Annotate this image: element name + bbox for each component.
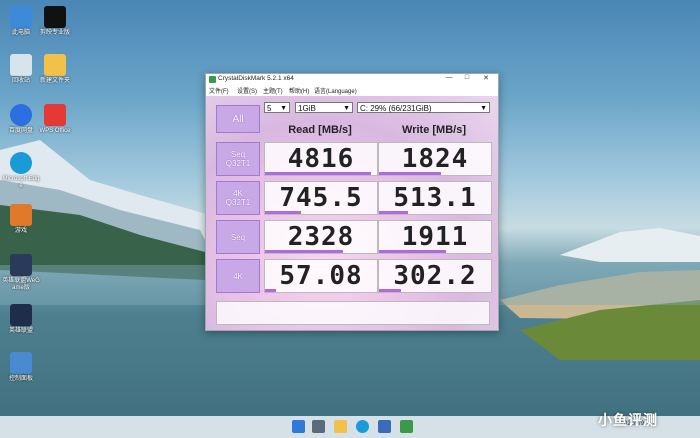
lol-icon: [10, 254, 32, 276]
taskbar: 2023/7/9: [0, 416, 700, 438]
minimize-button[interactable]: —: [442, 74, 456, 81]
desktop-icon-new-folder[interactable]: 新建文件夹: [36, 54, 74, 85]
4k-button[interactable]: 4K: [216, 259, 260, 293]
size-select[interactable]: 1GiB ▼: [295, 102, 353, 113]
chevron-down-icon: ▼: [480, 105, 487, 112]
desktop-icon-lol-wegame[interactable]: 英雄联盟WeGame版: [2, 254, 40, 292]
read-header: Read [MB/s]: [288, 124, 352, 136]
folder-icon[interactable]: [334, 420, 347, 433]
crystaldiskmark-icon[interactable]: [400, 420, 413, 433]
edge-icon: [10, 152, 32, 174]
menu-file[interactable]: 文件(F): [209, 86, 229, 95]
4k-write-value: 302.2: [378, 259, 492, 293]
4k-read-value: 57.08: [264, 259, 378, 293]
desktop-icon-wps[interactable]: WPS Office: [36, 104, 74, 135]
drive-select[interactable]: C: 29% (66/231GiB) ▼: [357, 102, 490, 113]
search-icon[interactable]: [312, 420, 325, 433]
start-icon[interactable]: [292, 420, 305, 433]
seq-q32t1-write-value: 1824: [378, 142, 492, 176]
menu-bar: 文件(F) 设置(S) 主题(T) 帮助(H) 语言(Language): [206, 85, 498, 95]
menu-language[interactable]: 语言(Language): [314, 86, 357, 95]
read-progress-bar: [265, 172, 372, 175]
computer-icon: [10, 6, 32, 28]
seq-button[interactable]: Seq: [216, 220, 260, 254]
menu-help[interactable]: 帮助(H): [289, 86, 309, 95]
desktop-icon-control-panel[interactable]: 控制面板: [2, 352, 40, 383]
control-panel-icon: [10, 352, 32, 374]
write-progress-bar: [379, 289, 402, 292]
edge-icon[interactable]: [356, 420, 369, 433]
menu-theme[interactable]: 主题(T): [263, 86, 283, 95]
all-button[interactable]: All: [216, 105, 260, 133]
count-select[interactable]: 5 ▼: [264, 102, 290, 113]
title-bar[interactable]: CrystalDiskMark 5.2.1 x64 — □ ✕: [206, 74, 498, 85]
desktop: 此电脑 回收站 百度网盘 Microsoft Edge 游戏 英雄联盟WeGam…: [0, 0, 700, 438]
close-button[interactable]: ✕: [479, 74, 493, 82]
folder-icon: [44, 54, 66, 76]
drive-value: C: 29% (66/231GiB): [360, 104, 432, 113]
size-value: 1GiB: [298, 104, 316, 113]
4k-q32t1-write-value: 513.1: [378, 181, 492, 215]
desktop-icon-recycle-bin[interactable]: 回收站: [2, 54, 40, 85]
write-progress-bar: [379, 172, 441, 175]
crystaldiskmark-window: CrystalDiskMark 5.2.1 x64 — □ ✕ 文件(F) 设置…: [205, 73, 499, 331]
chevron-down-icon: ▼: [280, 105, 287, 112]
lol-icon: [10, 304, 32, 326]
watermark: 小鱼评测: [598, 412, 658, 428]
app-icon: [209, 76, 216, 83]
cloud-icon: [10, 104, 32, 126]
read-progress-bar: [265, 250, 344, 253]
seq-read-value: 2328: [264, 220, 378, 254]
desktop-icon-this-pc[interactable]: 此电脑: [2, 6, 40, 37]
chevron-down-icon: ▼: [343, 105, 350, 112]
read-progress-bar: [265, 289, 277, 292]
maximize-button[interactable]: □: [460, 74, 474, 81]
4k-q32t1-button[interactable]: 4K Q32T1: [216, 181, 260, 215]
comment-box[interactable]: [216, 301, 490, 325]
window-title: CrystalDiskMark 5.2.1 x64: [218, 75, 294, 82]
desktop-icon-jianying[interactable]: 剪映专业版: [36, 6, 74, 37]
desktop-icon-lol[interactable]: 英雄联盟: [2, 304, 40, 335]
seq-write-value: 1911: [378, 220, 492, 254]
desktop-icon-edge[interactable]: Microsoft Edge: [2, 152, 40, 190]
count-value: 5: [267, 104, 272, 113]
write-header: Write [MB/s]: [402, 124, 466, 136]
jianying-icon: [44, 6, 66, 28]
store-icon[interactable]: [378, 420, 391, 433]
seq-q32t1-read-value: 4816: [264, 142, 378, 176]
menu-settings[interactable]: 设置(S): [237, 86, 257, 95]
write-progress-bar: [379, 211, 409, 214]
benchmark-panel: All 5 ▼ 1GiB ▼ C: 29% (66/231GiB) ▼ Read…: [206, 96, 498, 330]
seq-q32t1-button[interactable]: Seq Q32T1: [216, 142, 260, 176]
write-progress-bar: [379, 250, 447, 253]
recycle-bin-icon: [10, 54, 32, 76]
game-icon: [10, 204, 32, 226]
desktop-icon-game[interactable]: 游戏: [2, 204, 40, 235]
read-progress-bar: [265, 211, 301, 214]
4k-q32t1-read-value: 745.5: [264, 181, 378, 215]
desktop-icon-baidu-netdisk[interactable]: 百度网盘: [2, 104, 40, 135]
wps-icon: [44, 104, 66, 126]
